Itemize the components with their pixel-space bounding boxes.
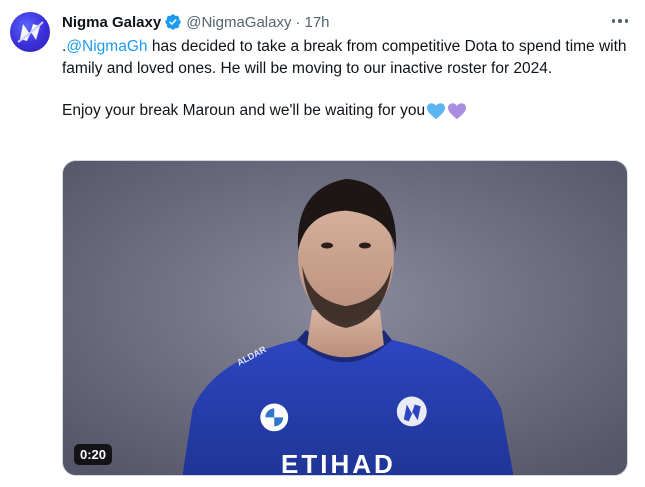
tweet-paragraph-1: .@NigmaGh has decided to take a break fr…	[62, 36, 632, 79]
tweet-header: Nigma Galaxy @NigmaGalaxy · 17h	[62, 12, 330, 32]
verified-badge-icon	[164, 13, 182, 31]
tweet-text-body: has decided to take a break from competi…	[62, 38, 627, 77]
blue-heart-icon	[427, 102, 446, 119]
tweet-text-closing: Enjoy your break Maroun and we'll be wai…	[62, 102, 426, 119]
jersey-text-layer: ETIHAD ALDAR	[235, 344, 396, 476]
video-player[interactable]: ETIHAD ALDAR 0:20	[62, 160, 628, 476]
tweet-paragraph-2: Enjoy your break Maroun and we'll be wai…	[62, 100, 632, 122]
video-duration-badge: 0:20	[74, 444, 113, 465]
mention-link[interactable]: @NigmaGh	[66, 38, 147, 55]
tweet-text: .@NigmaGh has decided to take a break fr…	[62, 36, 632, 122]
jersey-sponsor-text: ETIHAD	[281, 449, 396, 476]
nigma-logo-icon	[17, 21, 44, 43]
more-options-icon[interactable]	[609, 12, 631, 30]
author-name[interactable]: Nigma Galaxy	[62, 14, 161, 31]
jersey-small-sponsor-text: ALDAR	[235, 344, 268, 368]
author-handle[interactable]: @NigmaGalaxy	[186, 14, 291, 31]
purple-heart-icon	[448, 102, 467, 119]
author-avatar[interactable]	[10, 12, 50, 52]
separator-dot: ·	[295, 13, 301, 31]
timestamp[interactable]: 17h	[304, 14, 329, 31]
